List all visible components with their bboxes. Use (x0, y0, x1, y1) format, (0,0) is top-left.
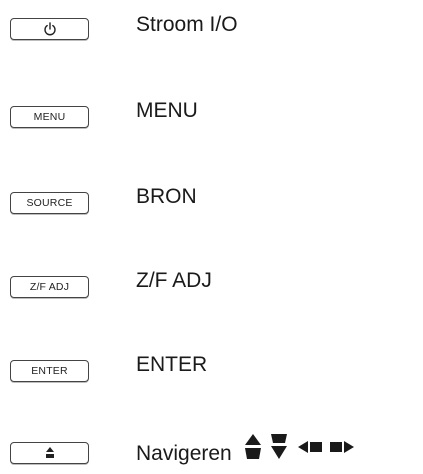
legend-row-menu: MENU MENU (0, 92, 423, 132)
enter-label: ENTER (136, 353, 208, 376)
left-arrow-glyph (297, 441, 322, 453)
navigate-label-group: Navigeren (136, 432, 360, 466)
source-label: BRON (136, 185, 197, 208)
menu-label: MENU (136, 99, 198, 122)
zf-adj-label: Z/F ADJ (136, 269, 212, 292)
up-arrow-glyph (244, 434, 261, 459)
navigate-label: Navigeren (136, 442, 232, 465)
right-arrow-glyph (329, 441, 354, 453)
legend-row-navigate: Navigeren (0, 428, 423, 468)
legend-row-enter: ENTER ENTER (0, 346, 423, 386)
nav-arrows (244, 432, 360, 462)
enter-button[interactable]: ENTER (10, 360, 89, 382)
down-arrow-glyph (270, 434, 287, 459)
zf-adj-button[interactable]: Z/F ADJ (10, 276, 89, 298)
legend-row-zf-adj: Z/F ADJ Z/F ADJ (0, 262, 423, 302)
power-button[interactable] (10, 18, 89, 40)
legend-row-power: Stroom I/O (0, 8, 423, 48)
power-icon (43, 22, 57, 36)
source-button[interactable]: SOURCE (10, 192, 89, 214)
navigate-button[interactable] (10, 442, 89, 464)
up-arrow-icon (45, 447, 54, 459)
power-label: Stroom I/O (136, 13, 238, 36)
legend-row-source: SOURCE BRON (0, 178, 423, 218)
menu-button[interactable]: MENU (10, 106, 89, 128)
